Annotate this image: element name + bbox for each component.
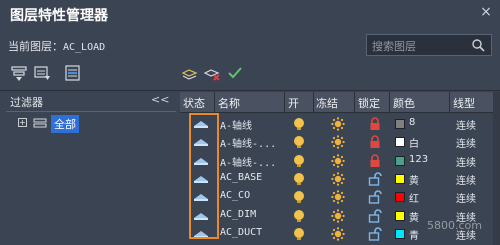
layer-name: AC_DIM [220, 208, 257, 220]
lock-closed-icon[interactable] [369, 117, 381, 131]
search-layer-input[interactable]: 搜索图层 [366, 34, 492, 56]
close-button[interactable]: × [477, 3, 495, 21]
watermark: 5800.com [427, 219, 482, 232]
current-layer-label: 当前图层： [8, 40, 63, 53]
layer-row[interactable]: AC_CO 红 连续 [180, 188, 500, 206]
linetype-value[interactable]: 连续 [456, 172, 476, 187]
window-title: 图层特性管理器 [10, 8, 108, 24]
lightbulb-on-icon[interactable] [293, 135, 305, 149]
sun-thaw-icon[interactable] [331, 135, 345, 149]
color-name: 白 [409, 139, 419, 151]
layer-row[interactable]: A-轴线-... 123 连续 [180, 152, 500, 170]
current-layer: 当前图层：AC_LOAD [8, 38, 105, 54]
lightbulb-on-icon[interactable] [293, 227, 305, 241]
color-swatch[interactable] [395, 119, 405, 129]
lightbulb-on-icon[interactable] [293, 209, 305, 223]
color-swatch[interactable] [395, 155, 405, 166]
column-lock[interactable]: 锁定 [358, 95, 380, 111]
column-color[interactable]: 颜色 [393, 95, 415, 111]
layer-row[interactable]: A-轴线 8 连续 [180, 115, 500, 133]
column-divider [313, 92, 314, 113]
filter-header: 过滤器 << [6, 92, 176, 112]
layer-name: A-轴线 [220, 121, 253, 132]
title-bar: 图层特性管理器 × [0, 0, 500, 29]
layer-filter-icon [33, 118, 47, 128]
color-swatch[interactable] [395, 192, 405, 203]
new-group-filter-icon[interactable] [33, 63, 53, 83]
table-header: 状态 名称 开 冻结 锁定 颜色 线型 [180, 92, 500, 113]
color-swatch[interactable] [395, 137, 405, 148]
layer-states-manager-icon[interactable] [63, 63, 83, 83]
layer-name: AC_BASE [220, 171, 263, 183]
sun-thaw-icon[interactable] [331, 117, 345, 131]
new-layer-icon[interactable] [180, 63, 200, 83]
color-swatch[interactable] [395, 228, 405, 239]
lock-open-icon[interactable] [368, 172, 382, 186]
lightbulb-on-icon[interactable] [293, 117, 305, 131]
column-freeze[interactable]: 冻结 [316, 95, 338, 111]
filter-title: 过滤器 [10, 96, 43, 109]
column-divider [214, 92, 215, 113]
current-layer-value: AC_LOAD [63, 42, 106, 53]
linetype-value[interactable]: 连续 [456, 135, 476, 150]
color-name: 青 [409, 230, 419, 242]
sun-thaw-icon[interactable] [331, 208, 345, 223]
color-swatch[interactable] [395, 210, 405, 221]
layer-name: A-轴线-... [220, 139, 277, 151]
color-swatch[interactable] [395, 173, 405, 184]
filter-panel: 过滤器 << + 全部 [6, 92, 176, 245]
lock-closed-icon[interactable] [369, 135, 381, 149]
linetype-value[interactable]: 连续 [456, 154, 476, 169]
column-divider [449, 92, 450, 113]
column-name[interactable]: 名称 [218, 95, 240, 111]
lightbulb-on-icon[interactable] [293, 154, 305, 168]
sun-thaw-icon[interactable] [331, 153, 345, 168]
column-status[interactable]: 状态 [183, 95, 205, 111]
lock-open-icon[interactable] [368, 227, 382, 241]
column-on[interactable]: 开 [288, 95, 299, 111]
column-divider [389, 92, 390, 113]
column-linetype[interactable]: 线型 [453, 95, 475, 111]
filter-all-item[interactable]: 全部 [51, 115, 79, 133]
toolbar-divider [0, 90, 500, 91]
lightbulb-on-icon[interactable] [293, 172, 305, 186]
tree-expand-toggle[interactable]: + [18, 118, 27, 127]
linetype-value[interactable]: 连续 [456, 190, 476, 205]
set-current-icon[interactable] [225, 63, 245, 83]
lock-open-icon[interactable] [368, 208, 382, 223]
layer-name: AC_DUCT [220, 226, 263, 238]
collapse-filter-button[interactable]: << [151, 93, 169, 106]
column-divider [284, 92, 285, 113]
delete-layer-icon[interactable] [202, 63, 222, 83]
column-divider [354, 92, 355, 113]
lock-closed-icon[interactable] [369, 153, 381, 168]
layer-row[interactable]: A-轴线-... 白 连续 [180, 133, 500, 151]
lightbulb-on-icon[interactable] [293, 190, 305, 204]
status-column-highlight [189, 113, 219, 239]
sun-thaw-icon[interactable] [331, 190, 345, 204]
layer-row[interactable]: AC_BASE 黄 连续 [180, 170, 500, 188]
layer-name: AC_CO [220, 190, 251, 202]
color-name: 黄 [409, 175, 419, 187]
color-name: 123 [409, 153, 429, 165]
layer-name: A-轴线-... [220, 157, 277, 169]
color-name: 8 [409, 117, 416, 128]
color-name: 黄 [409, 212, 419, 224]
search-icon[interactable] [471, 38, 485, 52]
color-name: 红 [409, 194, 419, 206]
sun-thaw-icon[interactable] [331, 227, 345, 241]
search-placeholder: 搜索图层 [372, 40, 416, 53]
linetype-value[interactable]: 连续 [456, 117, 476, 132]
sun-thaw-icon[interactable] [331, 172, 345, 186]
new-property-filter-icon[interactable] [10, 63, 30, 83]
lock-open-icon[interactable] [368, 190, 382, 204]
vertical-scrollbar[interactable] [493, 92, 500, 245]
